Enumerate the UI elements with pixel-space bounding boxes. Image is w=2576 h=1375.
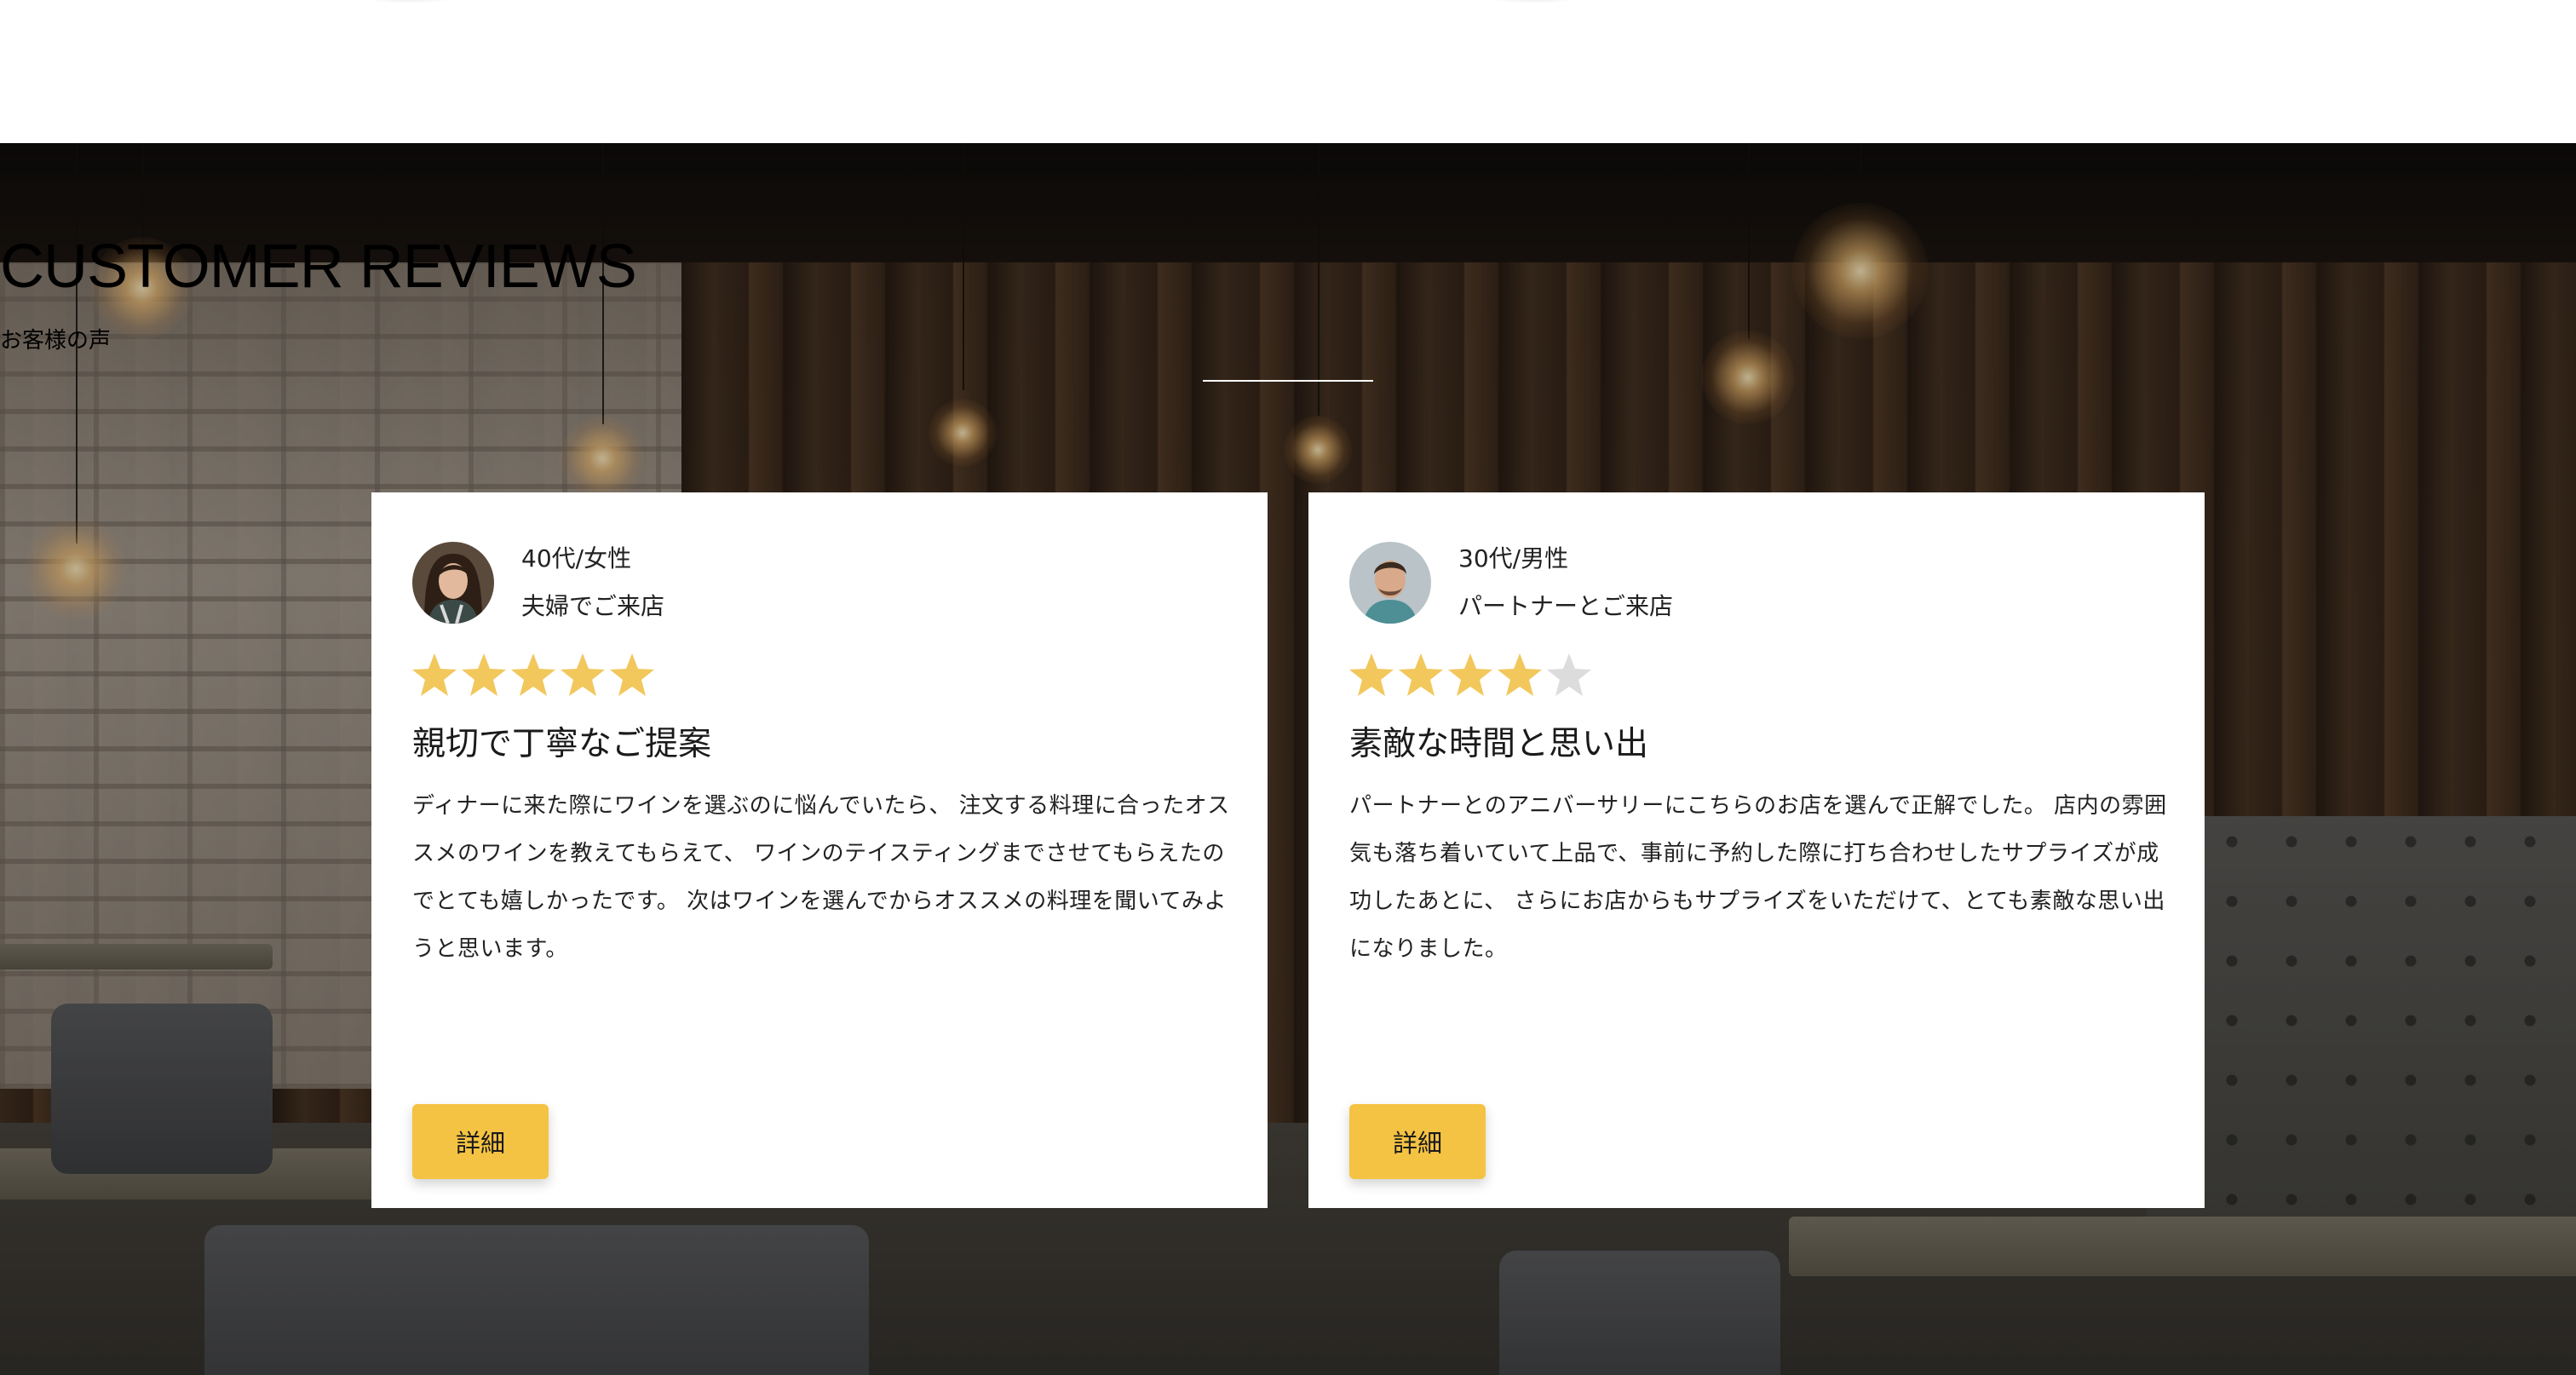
review-card: 30代/男性 パートナーとご来店 素敵な時間と思い出 パートナーとのアニバーサリ… (1308, 492, 2205, 1208)
star-filled-icon (1397, 649, 1445, 700)
reviewer-age-gender: 40代/女性 (521, 544, 632, 572)
review-body: パートナーとのアニバーサリーにこちらのお店を選んで正解でした。 店内の雰囲気も落… (1349, 793, 2167, 962)
star-empty-icon (1545, 649, 1593, 700)
top-element-shadow (358, 0, 460, 3)
customer-reviews-section: CUSTOMER REVIEWS お客様の声 40代/女性 夫婦でご来店 親切で… (0, 143, 2576, 1375)
review-title: 素敵な時間と思い出 (1349, 725, 1649, 763)
reviewer-visit-type: 夫婦でご来店 (521, 592, 665, 620)
section-title: CUSTOMER REVIEWS (0, 233, 637, 301)
review-card: 40代/女性 夫婦でご来店 親切で丁寧なご提案 ディナーに来た際にワインを選ぶの… (371, 492, 1268, 1208)
section-subtitle: お客様の声 (0, 328, 112, 354)
top-element-shadow (1482, 0, 1584, 3)
reviewer-visit-type: パートナーとご来店 (1458, 592, 1674, 620)
top-white-strip (0, 0, 2576, 143)
star-filled-icon (1496, 649, 1544, 700)
star-filled-icon (1348, 649, 1395, 700)
star-rating (1348, 649, 1593, 704)
star-filled-icon (608, 649, 656, 700)
review-body: ディナーに来た際にワインを選ぶのに悩んでいたら、 注文する料理に合ったオススメの… (412, 793, 1230, 962)
star-rating (411, 649, 656, 704)
review-title: 親切で丁寧なご提案 (412, 725, 712, 763)
section-divider (1203, 380, 1373, 382)
man-avatar (1349, 542, 1431, 624)
star-filled-icon (411, 649, 458, 700)
star-filled-icon (559, 649, 607, 700)
star-filled-icon (460, 649, 508, 700)
details-button[interactable]: 詳細 (412, 1104, 549, 1179)
star-filled-icon (1446, 649, 1494, 700)
details-button[interactable]: 詳細 (1349, 1104, 1486, 1179)
woman-avatar (412, 542, 494, 624)
reviewer-age-gender: 30代/男性 (1458, 544, 1569, 572)
star-filled-icon (509, 649, 557, 700)
